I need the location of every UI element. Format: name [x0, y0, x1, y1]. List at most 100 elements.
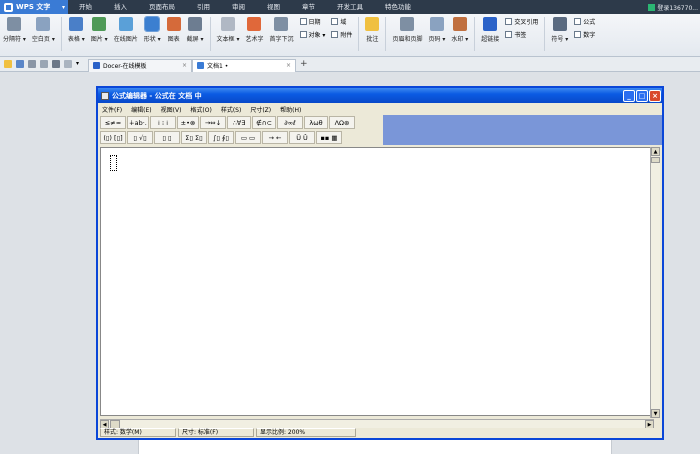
- ribbon-button-ribbon-buttons-10-label[interactable]: 首字下沉: [269, 17, 294, 43]
- ribbon-icon: [92, 17, 107, 31]
- print-icon[interactable]: [28, 60, 36, 68]
- symbol-palette-button[interactable]: →⇔↓: [200, 116, 226, 129]
- login-area[interactable]: 登录136770...: [648, 3, 700, 12]
- template-palette-button[interactable]: ∫▯ ∮▯: [208, 131, 234, 144]
- menu-tab-6[interactable]: 章节: [291, 0, 326, 14]
- menu-tab-8[interactable]: 特色功能: [374, 0, 422, 14]
- quick-access-dropdown-icon[interactable]: ▾: [76, 60, 82, 68]
- menu-tab-2[interactable]: 页面布局: [138, 0, 186, 14]
- symbol-palette-button[interactable]: λωθ: [304, 116, 328, 129]
- ribbon-small-item[interactable]: 数字: [574, 30, 595, 39]
- ribbon-button-label: 页眉和页脚: [392, 36, 423, 43]
- redo-icon[interactable]: [64, 60, 72, 68]
- template-palette-button[interactable]: Ũ Û: [289, 131, 315, 144]
- docer-icon: [93, 62, 100, 69]
- ribbon-small-item[interactable]: 对象 ▾: [299, 30, 325, 39]
- wps-app-menu-button[interactable]: WPS 文字 ▾: [0, 0, 68, 14]
- equation-editor-titlebar[interactable]: 公式编辑器 - 公式在 文档 中 _ □ ×: [98, 88, 662, 103]
- ribbon-button-ribbon-buttons-4-label[interactable]: 在线图片: [114, 17, 138, 43]
- ribbon-small-item[interactable]: 交叉引用: [505, 17, 538, 26]
- ribbon-small-icon: [574, 31, 582, 38]
- ribbon-button-ribbon-buttons-5-label[interactable]: 形状 ▾: [144, 16, 161, 43]
- template-palette-button[interactable]: (▯) [▯]: [100, 131, 126, 144]
- ribbon-button-ribbon-buttons-1-label[interactable]: 空白页 ▾: [32, 17, 55, 43]
- editor-menu-item-4[interactable]: 样式(S): [221, 105, 242, 114]
- template-palette-button[interactable]: Σ▯ Σ▯: [181, 131, 207, 144]
- editor-menu-item-3[interactable]: 格式(O): [190, 105, 211, 114]
- ribbon-button-ribbon-buttons2-2-label[interactable]: 页码 ▾: [428, 17, 445, 43]
- ribbon-button-ribbon-buttons-2-label[interactable]: 表格 ▾: [68, 17, 85, 43]
- symbol-palette-button[interactable]: ⁞ ⁝ ⁞: [150, 116, 176, 129]
- ribbon-button-ribbon-buttons3-0-label[interactable]: 符号 ▾: [551, 17, 568, 43]
- template-palette-button[interactable]: ▪▪ ▦: [316, 131, 342, 144]
- ribbon-small-item[interactable]: 书签: [505, 30, 538, 39]
- ribbon-button-ribbon-buttons-8-label[interactable]: 文本框 ▾: [217, 17, 239, 43]
- ribbon-button-ribbon-buttons2-3-label[interactable]: 水印 ▾: [451, 17, 468, 43]
- open-folder-icon[interactable]: [4, 60, 12, 68]
- scroll-up-arrow-icon[interactable]: ▲: [651, 147, 660, 156]
- ribbon-button-ribbon-buttons-0-label[interactable]: 分隔符 ▾: [3, 17, 26, 43]
- ribbon-small-item[interactable]: 公式: [574, 17, 595, 26]
- menu-tab-1[interactable]: 插入: [103, 0, 138, 14]
- menu-tab-0[interactable]: 开始: [68, 0, 103, 14]
- ribbon-icon: [483, 17, 498, 31]
- symbol-palette-button[interactable]: ∂∞ℓ: [277, 116, 303, 129]
- tab-document1[interactable]: 文档1 • ×: [192, 58, 296, 72]
- close-icon[interactable]: ×: [182, 62, 187, 69]
- equation-edit-area[interactable]: [100, 147, 657, 416]
- equation-editor-menubar: 文件(F) 编辑(E) 视图(V) 格式(O) 样式(S) 尺寸(Z) 帮助(H): [98, 103, 662, 115]
- print-preview-icon[interactable]: [40, 60, 48, 68]
- ribbon-button-label: 首字下沉: [269, 36, 294, 43]
- ribbon-button-label: 在线图片: [113, 36, 138, 43]
- ribbon-button-label: 表格 ▾: [67, 36, 85, 43]
- minimize-button[interactable]: _: [623, 89, 635, 102]
- ribbon-small-item[interactable]: 日期: [299, 17, 326, 26]
- ribbon-button-ribbon-buttons2-1-label[interactable]: 页眉和页脚: [392, 17, 422, 43]
- menu-tab-5[interactable]: 视图: [256, 0, 291, 14]
- editor-menu-item-1[interactable]: 编辑(E): [131, 105, 151, 114]
- scroll-down-arrow-icon[interactable]: ▼: [651, 409, 660, 418]
- editor-menu-item-6[interactable]: 帮助(H): [280, 105, 301, 114]
- undo-icon[interactable]: [52, 60, 60, 68]
- menu-tab-4[interactable]: 审阅: [221, 0, 256, 14]
- close-button[interactable]: ×: [649, 89, 661, 102]
- equation-input-slot[interactable]: [110, 155, 117, 171]
- editor-menu-item-0[interactable]: 文件(F): [102, 105, 122, 114]
- template-palette-button[interactable]: ▯ √▯: [127, 131, 153, 144]
- scroll-thumb[interactable]: [651, 157, 660, 163]
- status-style[interactable]: 样式: 数学(M): [100, 428, 176, 437]
- ribbon-button-ribbon-buttons-3-label[interactable]: 图片 ▾: [91, 17, 108, 43]
- symbol-palette-button[interactable]: ∴∀∃: [227, 116, 251, 129]
- top-menu-bar: WPS 文字 ▾ 开始 插入 页面布局 引用 审阅 视图 章节 开发工具 特色功能 登录1367…: [0, 0, 700, 14]
- editor-menu-item-2[interactable]: 视图(V): [161, 105, 182, 114]
- ribbon-small-item[interactable]: 附件: [331, 30, 352, 39]
- save-icon[interactable]: [16, 60, 24, 68]
- status-zoom[interactable]: 显示比例: 200%: [256, 428, 356, 437]
- symbol-palette-button[interactable]: ∔ab·.: [127, 116, 149, 129]
- symbol-palette-button[interactable]: ≤≠≈: [100, 116, 126, 129]
- menu-tabs: 开始 插入 页面布局 引用 审阅 视图 章节 开发工具 特色功能: [68, 0, 422, 14]
- symbol-palette-button[interactable]: ±•⊗: [177, 116, 199, 129]
- menu-tab-3[interactable]: 引用: [186, 0, 221, 14]
- new-tab-icon[interactable]: +: [300, 59, 308, 69]
- editor-menu-item-5[interactable]: 尺寸(Z): [250, 105, 271, 114]
- ribbon-button-ribbon-buttons-6-label[interactable]: 图表: [166, 17, 181, 43]
- symbol-palette-row: ≤≠≈ ∔ab·. ⁞ ⁝ ⁞ ±•⊗ →⇔↓ ∴∀∃ ∉∩⊂ ∂∞ℓ λωθ ΛΩ⊛: [100, 116, 383, 130]
- template-palette-button[interactable]: ▭ ▭: [235, 131, 261, 144]
- template-palette-button[interactable]: → ←: [262, 131, 288, 144]
- vertical-scrollbar[interactable]: ▲ ▼: [650, 147, 660, 418]
- maximize-button[interactable]: □: [636, 89, 648, 102]
- status-size[interactable]: 尺寸: 标准(F): [178, 428, 254, 437]
- template-palette-button[interactable]: ▯ ▯: [154, 131, 180, 144]
- symbol-palette-button[interactable]: ΛΩ⊛: [329, 116, 355, 129]
- symbol-palette-button[interactable]: ∉∩⊂: [252, 116, 276, 129]
- ribbon-button-ribbon-buttons-9-label[interactable]: 艺术字: [245, 17, 263, 43]
- menu-tab-7[interactable]: 开发工具: [326, 0, 374, 14]
- ribbon-button-ribbon-buttons2-4-label[interactable]: 超链接: [481, 17, 499, 43]
- close-icon[interactable]: ×: [286, 62, 291, 69]
- tab-docer-templates[interactable]: Docer-在线模板 ×: [88, 58, 192, 72]
- ribbon-small-label: 公式: [583, 19, 596, 26]
- ribbon-button-ribbon-buttons-7-label[interactable]: 截屏 ▾: [187, 17, 204, 43]
- ribbon-button-ribbon-buttons2-0-label[interactable]: 批注: [365, 17, 380, 43]
- ribbon-small-item[interactable]: 域: [331, 17, 352, 26]
